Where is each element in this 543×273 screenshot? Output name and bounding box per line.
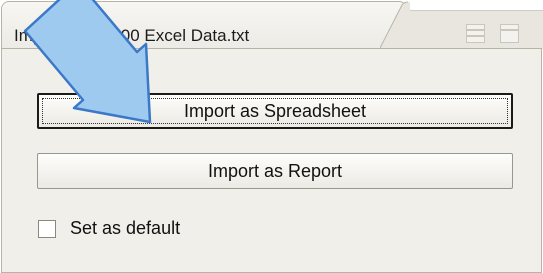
layout-split-icon[interactable] — [500, 24, 519, 43]
set-as-default-option[interactable]: Set as default — [38, 218, 180, 239]
import-as-spreadsheet-button[interactable]: Import as Spreadsheet — [37, 93, 513, 129]
import-as-report-button[interactable]: Import as Report — [37, 153, 513, 189]
set-as-default-checkbox[interactable] — [38, 219, 56, 238]
set-as-default-label: Set as default — [70, 218, 181, 238]
tab-title: Importing file: 00 Excel Data.txt — [14, 26, 250, 45]
import-tab[interactable]: Importing file: 00 Excel Data.txt — [1, 1, 407, 49]
tab-slope — [380, 1, 410, 49]
layout-rows-icon[interactable] — [466, 24, 485, 43]
